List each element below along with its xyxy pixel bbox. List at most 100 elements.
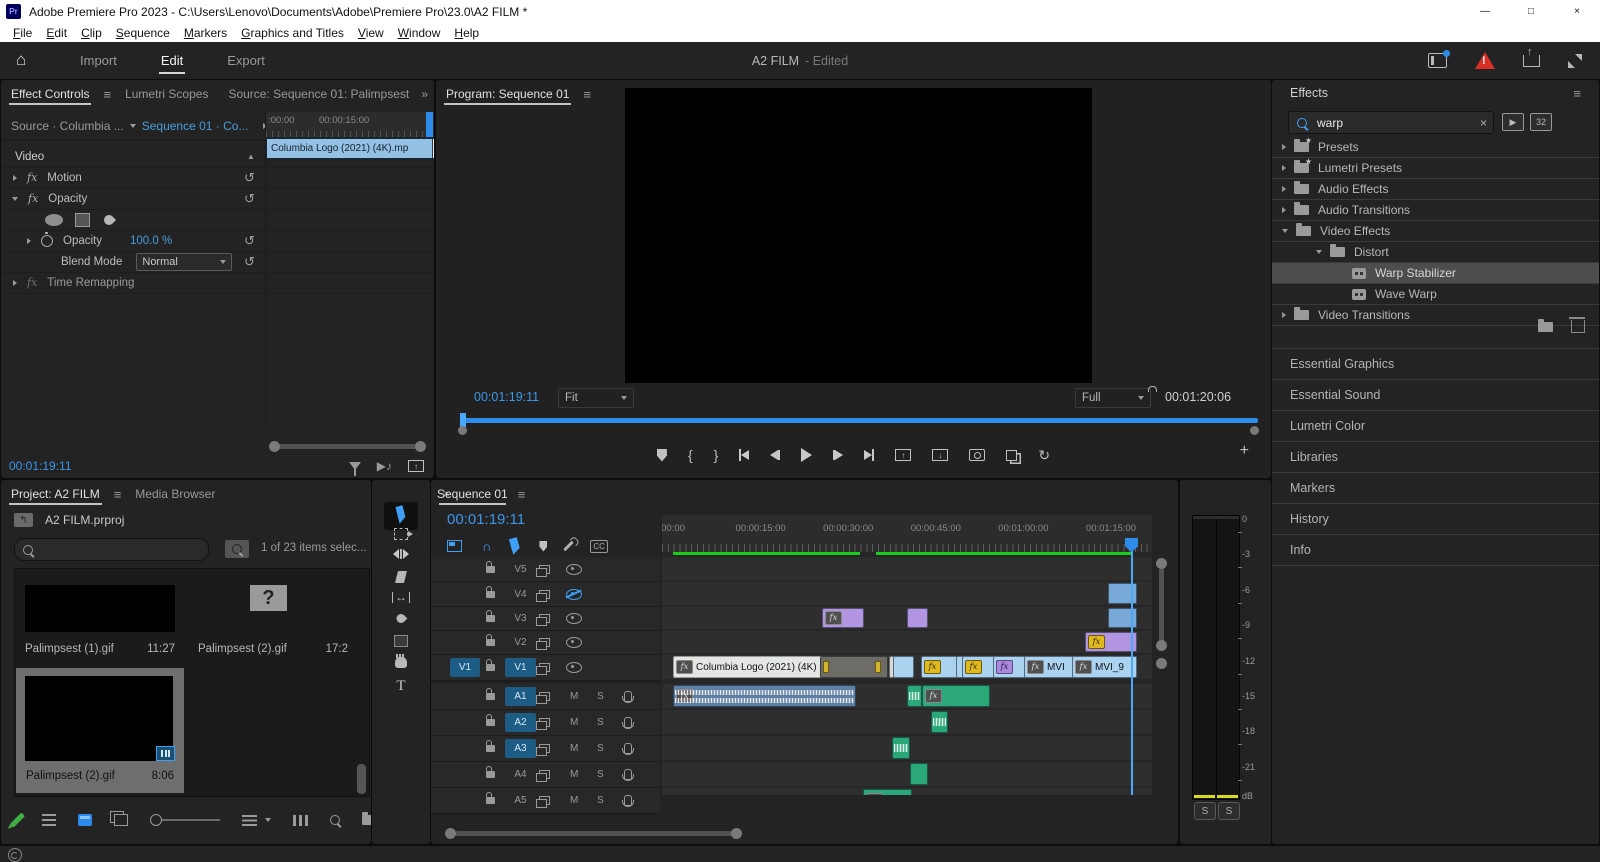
panel-tab-essential-graphics[interactable]: Essential Graphics <box>1272 349 1599 380</box>
workspace-tab-import[interactable]: Import <box>62 42 135 79</box>
scrollbar-handle[interactable] <box>1250 426 1259 435</box>
sync-lock-icon[interactable] <box>536 770 550 782</box>
lock-icon[interactable] <box>486 585 495 598</box>
panel-tab-markers[interactable]: Markers <box>1272 473 1599 504</box>
tab-media-browser[interactable]: Media Browser <box>125 480 225 508</box>
filter-properties-icon[interactable] <box>348 462 361 476</box>
type-tool[interactable]: T <box>396 678 405 695</box>
tab-program-monitor[interactable]: Program: Sequence 01 <box>436 80 579 108</box>
opacity-value[interactable]: 100.0 % <box>130 235 172 247</box>
solo-button[interactable]: S <box>597 717 604 728</box>
reset-icon[interactable]: ↺ <box>244 233 255 249</box>
track-lane-v4[interactable] <box>662 582 1152 605</box>
eye-icon[interactable] <box>566 662 582 673</box>
step-forward-button[interactable] <box>833 446 844 464</box>
search-bin-icon[interactable] <box>225 540 249 558</box>
clip-mvi-9[interactable]: fx MVI_9 <box>1072 656 1137 678</box>
expand-icon[interactable] <box>13 174 17 181</box>
solo-button[interactable]: S <box>597 691 604 702</box>
chevron-right-icon[interactable] <box>1282 186 1286 192</box>
voiceover-record-icon[interactable] <box>622 691 634 703</box>
opacity-effect-row[interactable]: fx Opacity ↺ <box>1 188 434 210</box>
track-header-v5[interactable]: V5 <box>431 557 660 583</box>
scrollbar-handle[interactable] <box>731 828 742 839</box>
extract-button[interactable]: ↓ <box>932 446 949 464</box>
lift-button[interactable]: ↑ <box>895 446 912 464</box>
track-header-a1[interactable]: A1 M S <box>431 684 660 711</box>
find-icon[interactable] <box>330 815 340 825</box>
timeline-vertical-scrollbar[interactable] <box>1156 480 1168 795</box>
solo-button[interactable]: S <box>597 743 604 754</box>
lock-icon[interactable] <box>486 792 495 804</box>
scrollbar-handle[interactable] <box>1156 640 1167 651</box>
track-lane-v1[interactable]: fx Columbia Logo (2021) (4K) fx fx fx fx MVI fx… <box>662 655 1152 679</box>
track-lane-a4[interactable] <box>662 762 1152 786</box>
play-button[interactable] <box>801 446 813 464</box>
panel-tab-libraries[interactable]: Libraries <box>1272 442 1599 473</box>
project-search-input[interactable] <box>39 541 183 558</box>
lock-icon[interactable] <box>486 659 495 671</box>
blend-mode-select[interactable]: Normal <box>136 252 233 271</box>
mark-out-button[interactable]: } <box>714 446 719 464</box>
go-to-out-button[interactable] <box>864 446 875 464</box>
track-lane-a1[interactable]: fx fx <box>662 684 1152 708</box>
clip[interactable]: fx <box>673 685 856 707</box>
panel-tab-essential-sound[interactable]: Essential Sound <box>1272 380 1599 411</box>
source-clip-selector[interactable]: Source · Columbia ... <box>11 119 124 133</box>
track-header-a3[interactable]: A3 M S <box>431 736 660 763</box>
tab-project-a2-film[interactable]: Project: A2 FILM <box>1 480 110 508</box>
scrollbar-handle[interactable] <box>1156 558 1167 569</box>
lock-icon[interactable] <box>486 560 495 573</box>
project-file-name[interactable]: A2 FILM.prproj <box>45 513 124 527</box>
track-header-a4[interactable]: A4 M S <box>431 762 660 789</box>
chevron-right-icon[interactable] <box>1282 165 1286 171</box>
effects-tree-item-wave-warp[interactable]: Wave Warp <box>1272 284 1599 305</box>
hand-tool[interactable] <box>395 653 407 668</box>
project-item-label[interactable]: Palimpsest (1).gif 11:27 <box>25 643 175 655</box>
clip[interactable] <box>907 685 922 707</box>
mute-button[interactable]: M <box>570 769 578 780</box>
scrollbar-handle[interactable] <box>1156 658 1167 669</box>
panel-tab-lumetri-color[interactable]: Lumetri Color <box>1272 411 1599 442</box>
close-button[interactable]: × <box>1554 0 1600 23</box>
ellipse-mask-icon[interactable] <box>45 213 63 226</box>
clip[interactable]: fx <box>922 685 990 707</box>
effects-tree-item-warp-stabilizer[interactable]: Warp Stabilizer <box>1272 263 1599 284</box>
lock-icon[interactable] <box>486 610 495 622</box>
menu-file[interactable]: File <box>6 26 39 40</box>
mute-button[interactable]: M <box>570 743 578 754</box>
scrollbar-handle[interactable] <box>269 441 280 452</box>
video-section-header[interactable]: Video ▲ <box>1 146 434 168</box>
eye-icon[interactable] <box>566 637 582 648</box>
effects-tree-item-video-effects[interactable]: Video Effects <box>1272 221 1599 242</box>
sync-lock-icon[interactable] <box>536 564 550 577</box>
new-bin-icon[interactable] <box>362 812 371 825</box>
add-marker-button[interactable] <box>656 446 667 464</box>
clip[interactable]: fx <box>863 789 912 795</box>
mini-playhead[interactable] <box>426 112 433 137</box>
fullscreen-icon[interactable] <box>1568 53 1582 68</box>
play-audio-icon[interactable]: ▶♪ <box>377 459 392 473</box>
track-header-v4[interactable]: V4 <box>431 582 660 608</box>
project-item-selected[interactable]: Palimpsest (2).gif 8:06 <box>16 668 184 793</box>
selection-tool[interactable] <box>395 505 407 524</box>
icon-view-icon[interactable] <box>78 814 92 826</box>
clip-mvi[interactable]: fx MVI <box>1024 656 1078 678</box>
collapse-icon[interactable] <box>12 196 18 201</box>
lock-icon[interactable] <box>486 740 495 752</box>
sync-lock-icon[interactable] <box>536 718 550 730</box>
menu-edit[interactable]: Edit <box>39 26 74 40</box>
clip[interactable] <box>907 608 928 628</box>
razor-tool[interactable] <box>395 570 407 583</box>
rectangle-tool[interactable] <box>394 635 408 647</box>
workspace-tab-export[interactable]: Export <box>209 42 283 79</box>
mute-button[interactable]: M <box>570 717 578 728</box>
track-header-a2[interactable]: A2 M S <box>431 710 660 737</box>
track-lane-a2[interactable] <box>662 710 1152 734</box>
effects-tree-item-distort[interactable]: Distort <box>1272 242 1599 263</box>
solo-right-button[interactable]: S <box>1218 802 1240 820</box>
effects-search-input[interactable] <box>1315 114 1469 131</box>
clip[interactable] <box>892 737 910 759</box>
chevron-down-icon[interactable] <box>1282 229 1288 233</box>
clip[interactable] <box>931 711 948 733</box>
